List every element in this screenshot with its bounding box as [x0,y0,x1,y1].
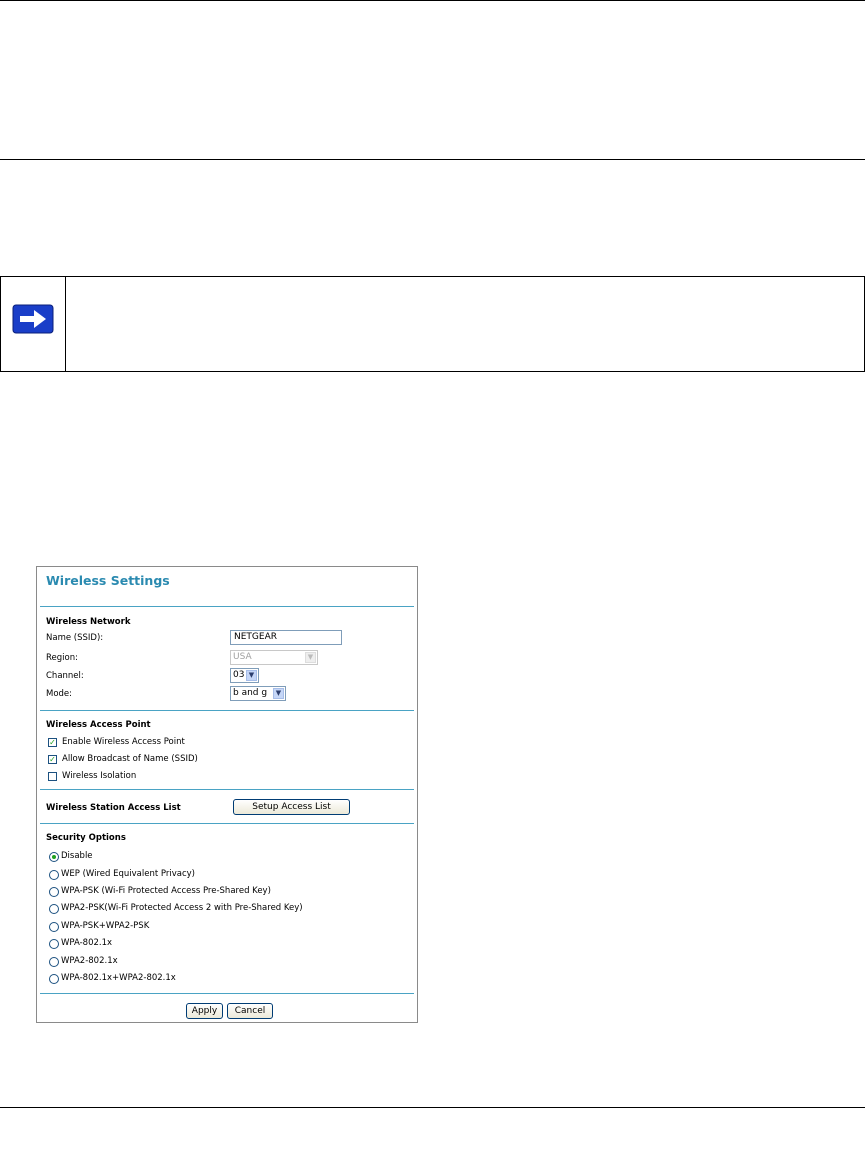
cancel-button[interactable]: Cancel [227,1003,273,1019]
mode-value: b and g [233,688,268,698]
radio-button[interactable] [49,887,59,897]
checkbox-label: Enable Wireless Access Point [62,737,185,747]
radio-button[interactable] [49,974,59,984]
checkbox-label: Wireless Isolation [62,771,137,781]
channel-value: 03 [233,670,245,680]
wireless-settings-panel: Wireless Settings Wireless Network Name … [36,566,418,1023]
footer-rule [0,1107,865,1108]
region-value: USA [233,652,252,662]
page-title: Wireless Settings [46,573,170,588]
radio-button[interactable] [49,904,59,914]
divider [40,606,414,607]
header-rule-bottom [0,159,865,160]
divider [40,710,414,711]
divider [40,789,414,790]
mode-select[interactable]: b and g ▼ [230,686,286,701]
checkbox-label: Allow Broadcast of Name (SSID) [62,754,198,764]
security-options-heading: Security Options [46,833,126,843]
radio-button[interactable] [49,870,59,880]
region-select[interactable]: USA ▼ [230,650,318,665]
enable-ap-checkbox[interactable]: ✓ [48,738,57,747]
channel-label: Channel: [46,671,84,681]
mode-label: Mode: [46,689,73,699]
radio-button[interactable] [49,922,59,932]
radio-button[interactable] [49,852,59,862]
wireless-isolation-checkbox[interactable] [48,772,57,781]
header-rule-top [0,0,865,1]
radio-label: WPA-PSK+WPA2-PSK [61,921,150,931]
station-access-label: Wireless Station Access List [46,803,181,813]
divider [40,993,414,994]
chevron-down-icon: ▼ [246,670,257,681]
radio-label: Disable [61,851,93,861]
ssid-value: NETGEAR [234,632,277,642]
arrow-right-icon [12,304,54,334]
divider [40,823,414,824]
ssid-input[interactable]: NETGEAR [230,630,342,645]
chevron-down-icon: ▼ [305,652,316,663]
broadcast-ssid-checkbox[interactable]: ✓ [48,755,57,764]
note-box [0,276,865,372]
chevron-down-icon: ▼ [273,688,284,699]
note-icon-cell [1,277,66,371]
apply-button[interactable]: Apply [186,1003,223,1019]
radio-label: WPA2-PSK(Wi-Fi Protected Access 2 with P… [61,903,303,913]
radio-label: WPA-PSK (Wi-Fi Protected Access Pre-Shar… [61,886,271,896]
access-point-heading: Wireless Access Point [46,720,151,730]
radio-label: WPA-802.1x+WPA2-802.1x [61,973,176,983]
setup-access-list-button[interactable]: Setup Access List [233,799,350,815]
ssid-label: Name (SSID): [46,633,104,643]
radio-label: WEP (Wired Equivalent Privacy) [61,869,195,879]
region-label: Region: [46,653,78,663]
radio-label: WPA-802.1x [61,938,113,948]
radio-button[interactable] [49,957,59,967]
radio-button[interactable] [49,939,59,949]
wireless-network-heading: Wireless Network [46,617,131,627]
radio-label: WPA2-802.1x [61,956,118,966]
channel-select[interactable]: 03 ▼ [230,668,259,683]
